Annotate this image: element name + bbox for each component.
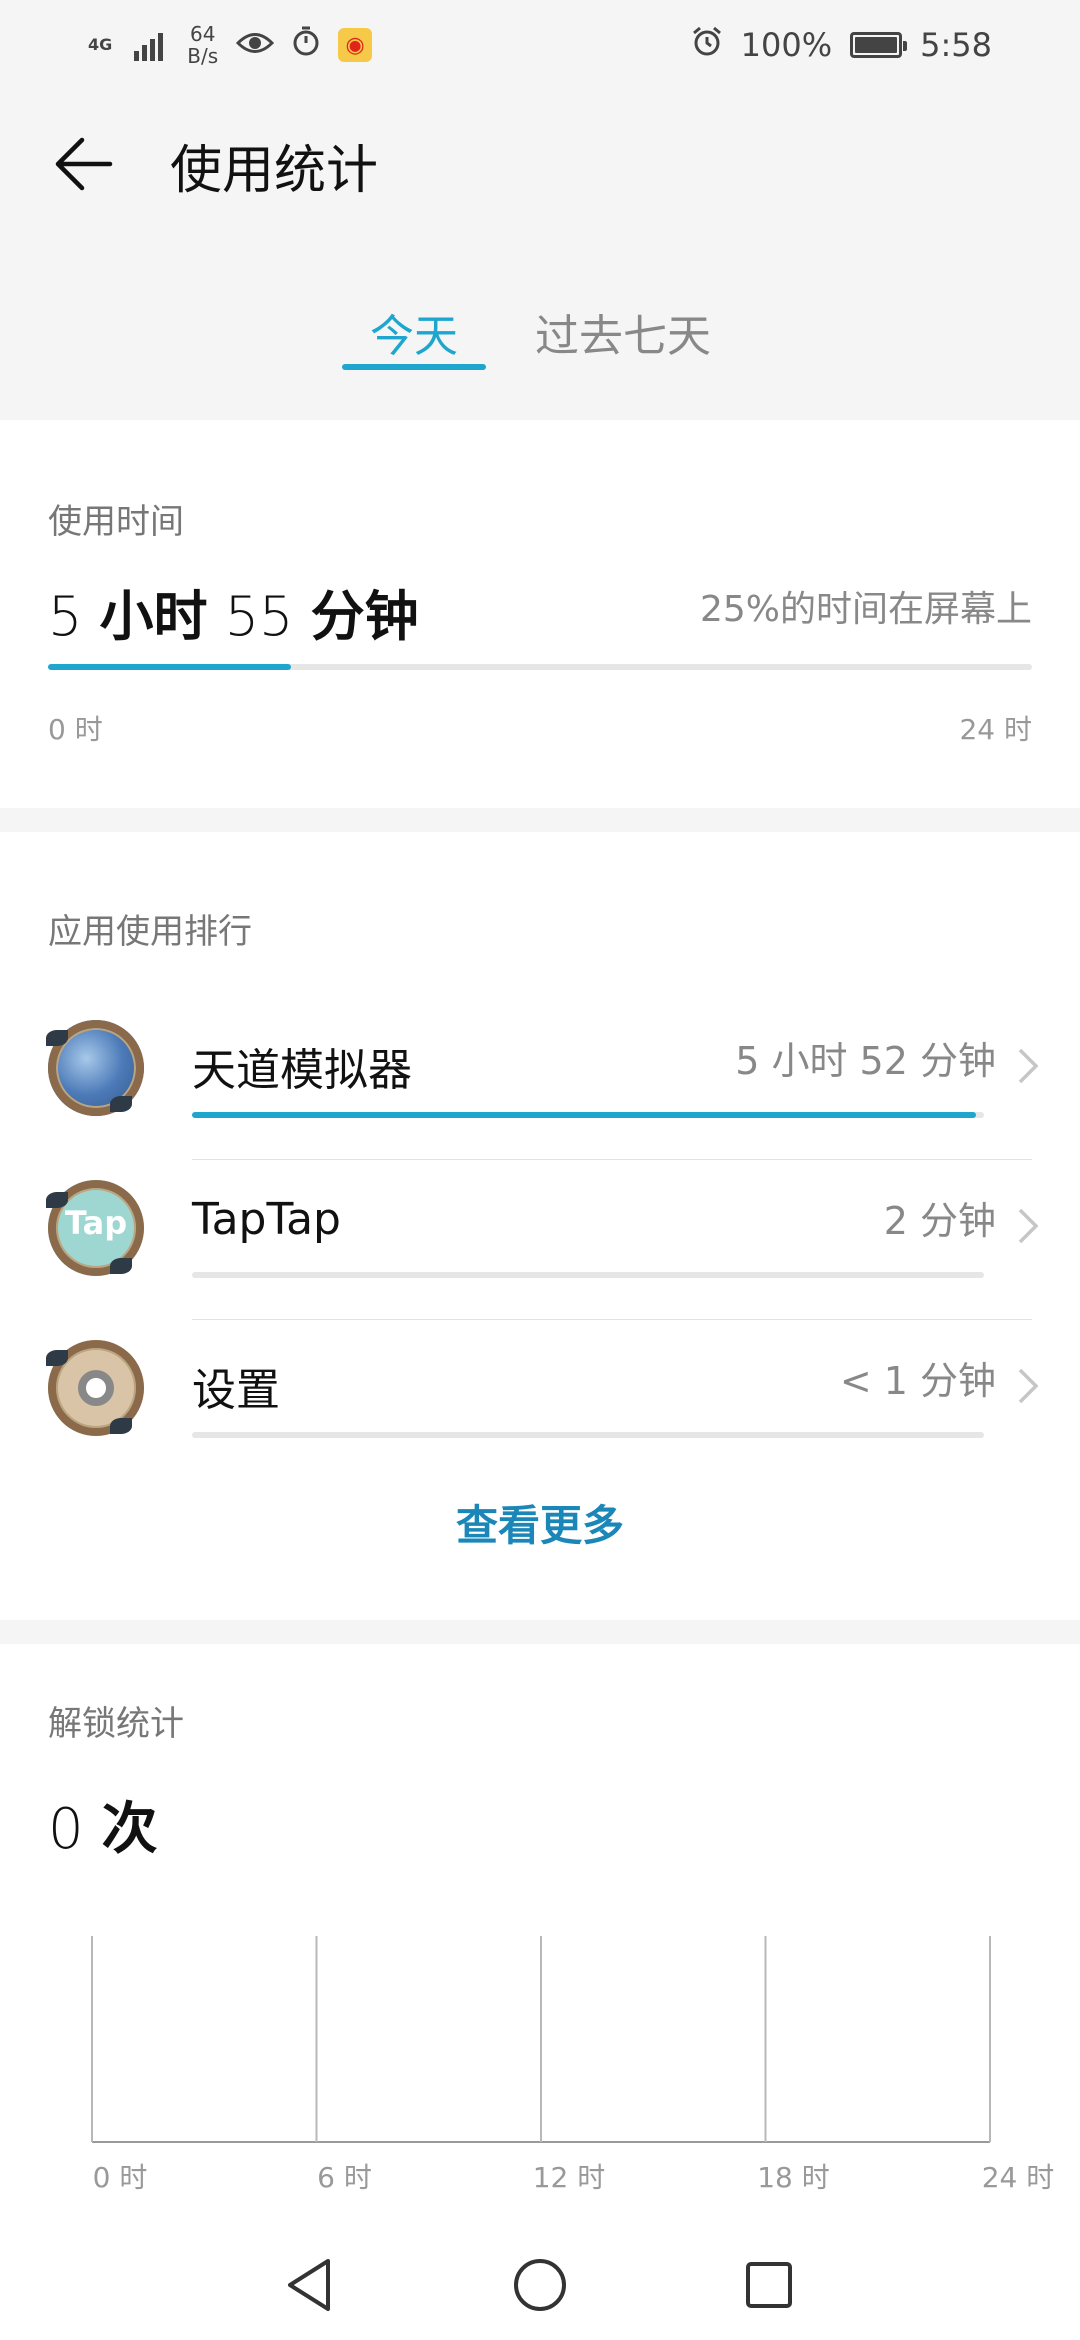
- chart-tick-label: 6 时: [317, 2161, 372, 2194]
- app-header: 使用统计: [0, 100, 1080, 220]
- chevron-right-icon: [1018, 1048, 1039, 1084]
- app-usage-track: [192, 1112, 984, 1118]
- alarm-icon: [691, 25, 723, 65]
- back-button[interactable]: [44, 124, 124, 204]
- nav-back-button[interactable]: [254, 2230, 364, 2340]
- usage-progress-fill: [48, 664, 292, 670]
- nav-recents-button[interactable]: [714, 2230, 824, 2340]
- nav-recents-icon: [746, 2262, 792, 2308]
- speed-unit: B/s: [187, 44, 219, 68]
- divider: [192, 1319, 1032, 1320]
- unlock-chart-plot: [91, 1936, 991, 2143]
- timer-icon: [292, 26, 320, 64]
- status-bar: 4G 64 B/s ◉ 100% 5:58: [0, 0, 1080, 90]
- app-row[interactable]: 设置 < 1 分钟: [0, 1324, 1080, 1484]
- usage-minutes-unit: 分钟: [310, 585, 419, 648]
- active-tab-indicator: [342, 364, 486, 370]
- app-usage-track: [192, 1272, 984, 1278]
- app-usage-fill: [192, 1112, 977, 1118]
- app-duration: 2 分钟: [883, 1199, 996, 1243]
- tab-today[interactable]: 今天: [370, 300, 458, 364]
- chart-tick-label: 24 时: [981, 2161, 1055, 2194]
- app-name: 天道模拟器: [192, 1045, 412, 1096]
- app-row[interactable]: 天道模拟器 5 小时 52 分钟: [0, 1004, 1080, 1164]
- battery-percent: 100%: [740, 26, 833, 64]
- unlock-chart: 0 时 6 时 12 时 18 时 24 时: [0, 1928, 1080, 2228]
- eye-icon: [236, 26, 275, 64]
- app-usage-track: [192, 1432, 984, 1438]
- signal-icon: [134, 29, 164, 61]
- unlock-count: 0 次: [48, 1784, 157, 1865]
- clock-time: 5:58: [920, 26, 992, 64]
- unlock-count-unit: 次: [101, 1797, 158, 1862]
- usage-hours: 5: [48, 585, 83, 648]
- unlock-section-label: 解锁统计: [48, 1704, 184, 1744]
- system-nav-bar: [0, 2230, 1080, 2340]
- network-type: 4G: [88, 35, 113, 54]
- nav-home-button[interactable]: [485, 2230, 595, 2340]
- usage-hours-unit: 小时: [99, 585, 208, 648]
- speed-value: 64: [189, 22, 216, 46]
- nav-home-icon: [514, 2259, 566, 2311]
- battery-icon: [850, 32, 908, 58]
- app-row[interactable]: Tap TapTap 2 分钟: [0, 1164, 1080, 1324]
- app-duration: < 1 分钟: [839, 1359, 996, 1403]
- back-arrow-icon: [55, 137, 113, 191]
- usage-time-card: 使用时间 5 小时 55 分钟 25%的时间在屏幕上 0 时 24 时: [0, 420, 1080, 808]
- page-title: 使用统计: [170, 141, 379, 201]
- usage-percent-text: 25%的时间在屏幕上: [699, 589, 1032, 630]
- app-name: TapTap: [192, 1194, 341, 1245]
- view-more-link[interactable]: 查看更多: [0, 1492, 1080, 1553]
- tab-past-seven-days[interactable]: 过去七天: [535, 300, 711, 364]
- network-speed: 64 B/s: [187, 23, 218, 67]
- chart-tick-label: 0 时: [92, 2161, 148, 2194]
- chevron-right-icon: [1018, 1368, 1039, 1404]
- usage-total: 5 小时 55 分钟: [48, 572, 419, 651]
- status-right: 100% 5:58: [691, 25, 992, 65]
- tab-bar: 今天 过去七天: [0, 280, 1080, 420]
- usage-axis-start: 0 时: [48, 713, 103, 746]
- tiandao-simulator-icon: [46, 1020, 144, 1116]
- nav-back-icon: [288, 2259, 330, 2311]
- usage-minutes: 55: [224, 585, 294, 648]
- apps-section-label: 应用使用排行: [48, 912, 252, 952]
- app-duration: 5 小时 52 分钟: [735, 1039, 996, 1083]
- app-name: 设置: [192, 1365, 280, 1416]
- status-left: 4G 64 B/s ◉: [88, 23, 373, 67]
- chart-tick-label: 18 时: [757, 2161, 830, 2194]
- unlock-count-value: 0: [48, 1797, 84, 1862]
- divider: [192, 1159, 1032, 1160]
- chart-tick-label: 12 时: [532, 2161, 606, 2194]
- weibo-icon: ◉: [338, 28, 373, 62]
- settings-app-icon: [46, 1340, 144, 1436]
- usage-axis-end: 24 时: [959, 713, 1032, 746]
- taptap-icon: Tap: [46, 1180, 144, 1276]
- chevron-right-icon: [1018, 1208, 1039, 1244]
- app-ranking-card: 应用使用排行 天道模拟器 5 小时 52 分钟 Tap TapTap 2 分钟: [0, 832, 1080, 1620]
- usage-section-label: 使用时间: [48, 502, 184, 542]
- usage-progress-track: [48, 664, 1032, 670]
